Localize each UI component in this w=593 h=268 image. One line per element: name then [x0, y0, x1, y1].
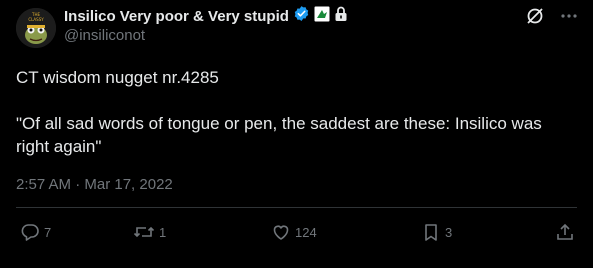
- more-options-icon[interactable]: [559, 6, 579, 26]
- like-count: 124: [295, 224, 317, 240]
- tweet-action-bar: 7 1 124 3: [16, 222, 577, 252]
- verified-badge-icon[interactable]: [293, 5, 310, 27]
- bookmark-icon: [425, 224, 437, 241]
- reply-button[interactable]: 7: [20, 222, 51, 242]
- affiliate-badge-icon[interactable]: [314, 6, 330, 27]
- lock-icon: [334, 6, 348, 27]
- avatar[interactable]: THE CLASSY: [16, 8, 56, 48]
- author-name[interactable]: Very poor & Very stupid: [120, 8, 289, 25]
- bookmark-count: 3: [445, 224, 453, 240]
- reply-icon: [21, 224, 39, 241]
- retweet-count: 1: [159, 224, 167, 240]
- author-name-row[interactable]: Insilico Very poor & Very stupid: [64, 6, 348, 26]
- tweet-card: THE CLASSY Insilico Very poor & Very stu…: [0, 0, 593, 268]
- tweet-text-line-1: CT wisdom nugget nr.4285: [16, 68, 219, 87]
- retweet-button[interactable]: 1: [133, 222, 166, 242]
- tweet-text: CT wisdom nugget nr.4285 "Of all sad wor…: [16, 66, 576, 158]
- author-name-logo[interactable]: Insilico: [64, 8, 116, 25]
- tweet-text-line-2: "Of all sad words of tongue or pen, the …: [16, 114, 542, 156]
- svg-text:CLASSY: CLASSY: [28, 17, 44, 22]
- grok-icon[interactable]: [525, 6, 545, 26]
- tweet-top-actions: [525, 6, 579, 26]
- share-icon: [557, 223, 573, 240]
- reply-count: 7: [44, 224, 52, 240]
- heart-icon: [273, 225, 289, 240]
- retweet-icon: [133, 226, 155, 238]
- divider: [16, 207, 577, 208]
- bookmark-button[interactable]: 3: [421, 222, 452, 242]
- tweet-timestamp[interactable]: 2:57 AM · Mar 17, 2022: [16, 176, 173, 193]
- like-button[interactable]: 124: [271, 222, 317, 242]
- share-button[interactable]: [555, 222, 575, 242]
- frog-avatar-icon: THE CLASSY: [16, 8, 56, 48]
- author-handle[interactable]: @insiliconot: [64, 27, 145, 44]
